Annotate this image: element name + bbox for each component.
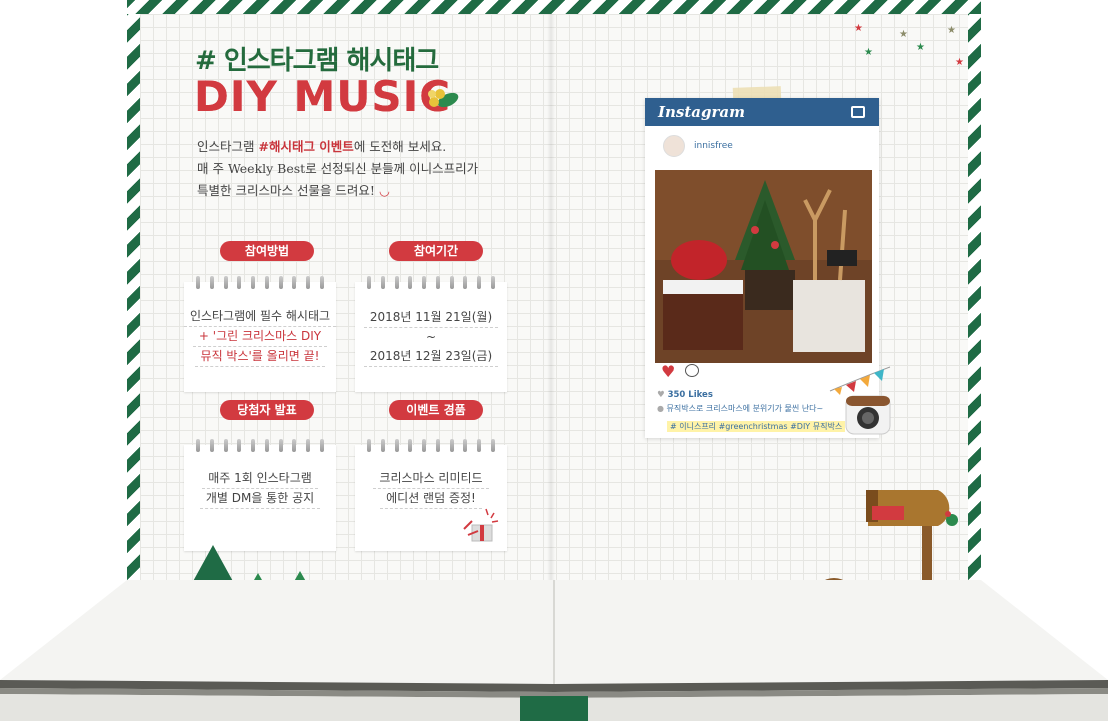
book-spine-shadow bbox=[547, 14, 555, 594]
holly-icon bbox=[428, 89, 459, 108]
avatar bbox=[663, 135, 685, 157]
winner-line-1: 매주 1회 인스타그램 bbox=[202, 469, 318, 489]
intro-line-1: 인스타그램 #해시태그 이벤트에 도전해 보세요. bbox=[197, 136, 527, 158]
music-box-photo bbox=[655, 170, 872, 363]
inbox-icon[interactable] bbox=[851, 106, 865, 118]
intro-line-3: 특별한 크리스마스 선물을 드려요! ◡ bbox=[197, 180, 527, 202]
comment-icon[interactable] bbox=[685, 364, 700, 377]
post-hashtags: # 이니스프리 #greenchristmas #DIY 뮤직박스 bbox=[667, 421, 846, 432]
envelope-border-top bbox=[127, 0, 981, 14]
open-book-base bbox=[0, 580, 1108, 721]
username[interactable]: innisfree bbox=[694, 141, 733, 151]
star-icon: ★ bbox=[916, 42, 925, 53]
page-subtitle: DIY MUSIC bbox=[194, 72, 452, 121]
prize-card: 크리스마스 리미티드 에디션 랜덤 증정! bbox=[355, 439, 507, 551]
how-to-tag: 참여방법 bbox=[220, 241, 314, 261]
prize-line-1: 크리스마스 리미티드 bbox=[373, 469, 489, 489]
comment-bubble-icon: ● bbox=[657, 404, 664, 413]
instagram-logo: Instagram bbox=[658, 103, 745, 121]
hashtag-event-highlight: #해시태그 이벤트 bbox=[258, 139, 354, 154]
star-icon: ★ bbox=[947, 25, 956, 36]
intro-text-part: 인스타그램 bbox=[197, 139, 259, 154]
period-tilde: ~ bbox=[425, 329, 437, 344]
star-icon: ★ bbox=[899, 29, 908, 40]
intro-text-part: 에 도전해 보세요. bbox=[353, 139, 447, 154]
gift-box-icon bbox=[463, 508, 499, 542]
how-to-line-2: + '그린 크리스마스 DIY bbox=[192, 327, 328, 347]
period-end: 2018년 12월 23일(금) bbox=[363, 347, 499, 367]
prize-tag: 이벤트 경품 bbox=[389, 400, 483, 420]
period-start: 2018년 11월 21일(월) bbox=[363, 308, 499, 328]
period-card: 2018년 11월 21일(월) ~ 2018년 12월 23일(금) bbox=[355, 276, 507, 392]
instagram-camera-icon bbox=[845, 395, 891, 435]
how-to-line-3: 뮤직 박스'를 올리면 끝! bbox=[194, 347, 326, 367]
star-icon: ★ bbox=[955, 57, 964, 68]
smile-icon: ◡ bbox=[378, 183, 390, 198]
intro-text: 인스타그램 #해시태그 이벤트에 도전해 보세요. 매 주 Weekly Bes… bbox=[197, 136, 527, 202]
intro-line-2: 매 주 Weekly Best로 선정되신 분들께 이니스프리가 bbox=[197, 161, 479, 176]
how-to-card: 인스타그램에 필수 해시태그 + '그린 크리스마스 DIY 뮤직 박스'를 올… bbox=[183, 276, 337, 392]
envelope-border-right bbox=[968, 0, 981, 594]
post-caption: ● 뮤직박스로 크리스마스에 분위기가 물씬 난다~ bbox=[657, 403, 869, 414]
winner-line-2: 개별 DM을 통한 공지 bbox=[199, 489, 321, 509]
star-icon: ★ bbox=[854, 23, 863, 34]
caption-text: 뮤직박스로 크리스마스에 분위기가 물씬 난다~ bbox=[666, 404, 824, 413]
post-actions: ♥ bbox=[661, 364, 700, 380]
winner-card: 매주 1회 인스타그램 개별 DM을 통한 공지 bbox=[184, 439, 336, 551]
heart-small-icon: ♥ bbox=[657, 390, 665, 400]
star-icon: ★ bbox=[864, 47, 873, 58]
heart-icon[interactable]: ♥ bbox=[661, 364, 675, 380]
like-count-text: 350 Likes bbox=[667, 390, 713, 400]
post-photo bbox=[655, 170, 872, 363]
intro-text-part: 특별한 크리스마스 선물을 드려요! bbox=[197, 183, 375, 198]
instagram-header: Instagram bbox=[645, 98, 879, 126]
post-user[interactable]: innisfree bbox=[645, 126, 879, 166]
how-to-line-1: 인스타그램에 필수 해시태그 bbox=[183, 307, 337, 327]
envelope-border-left bbox=[127, 0, 140, 594]
event-page: { "header": { "title_kr": "# 인스타그램 해시태그"… bbox=[0, 0, 1108, 721]
bunting-icon bbox=[829, 366, 891, 395]
winner-tag: 당첨자 발표 bbox=[220, 400, 314, 420]
period-tag: 참여기간 bbox=[389, 241, 483, 261]
